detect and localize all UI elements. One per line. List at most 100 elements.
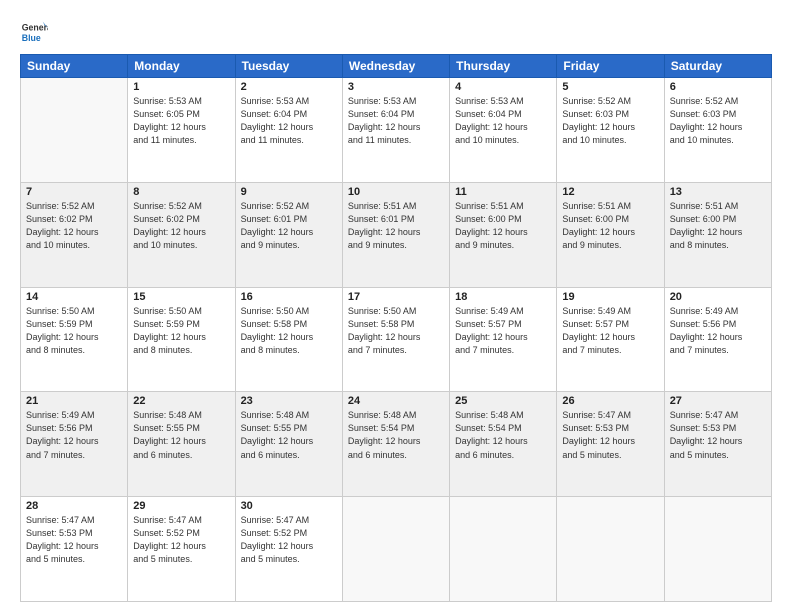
day-info: Sunrise: 5:52 AMSunset: 6:03 PMDaylight:… — [562, 95, 658, 147]
day-number: 1 — [133, 81, 229, 93]
day-info: Sunrise: 5:49 AMSunset: 5:57 PMDaylight:… — [562, 305, 658, 357]
calendar-day-cell: 22 Sunrise: 5:48 AMSunset: 5:55 PMDayligh… — [128, 392, 235, 497]
day-number: 4 — [455, 81, 551, 93]
day-info: Sunrise: 5:50 AMSunset: 5:58 PMDaylight:… — [348, 305, 444, 357]
calendar-day-cell: 13 Sunrise: 5:51 AMSunset: 6:00 PMDayligh… — [664, 182, 771, 287]
day-info: Sunrise: 5:52 AMSunset: 6:01 PMDaylight:… — [241, 200, 337, 252]
calendar-day-cell: 26Sunrise: 5:47 AMSunset: 5:53 PMDayligh… — [557, 392, 664, 497]
day-info: Sunrise: 5:49 AMSunset: 5:57 PMDaylight:… — [455, 305, 551, 357]
calendar-day-cell: 23 Sunrise: 5:48 AMSunset: 5:55 PMDayligh… — [235, 392, 342, 497]
day-info: Sunrise: 5:50 AMSunset: 5:58 PMDaylight:… — [241, 305, 337, 357]
calendar-day-cell: 20 Sunrise: 5:49 AMSunset: 5:56 PMDayligh… — [664, 287, 771, 392]
calendar-day-cell: 3 Sunrise: 5:53 AMSunset: 6:04 PMDaylight… — [342, 78, 449, 183]
day-info: Sunrise: 5:53 AMSunset: 6:05 PMDaylight:… — [133, 95, 229, 147]
calendar-day-cell — [664, 497, 771, 602]
day-info: Sunrise: 5:47 AMSunset: 5:52 PMDaylight:… — [241, 514, 337, 566]
day-number: 7 — [26, 186, 122, 198]
day-number: 30 — [241, 500, 337, 512]
calendar-day-cell: 6Sunrise: 5:52 AMSunset: 6:03 PMDaylight… — [664, 78, 771, 183]
day-number: 19 — [562, 291, 658, 303]
calendar-week-row: 7 Sunrise: 5:52 AMSunset: 6:02 PMDaylight… — [21, 182, 772, 287]
day-number: 25 — [455, 395, 551, 407]
day-number: 2 — [241, 81, 337, 93]
calendar-day-cell: 14 Sunrise: 5:50 AMSunset: 5:59 PMDayligh… — [21, 287, 128, 392]
calendar-day-cell: 7 Sunrise: 5:52 AMSunset: 6:02 PMDaylight… — [21, 182, 128, 287]
day-info: Sunrise: 5:51 AMSunset: 6:00 PMDaylight:… — [562, 200, 658, 252]
day-info: Sunrise: 5:47 AMSunset: 5:53 PMDaylight:… — [562, 409, 658, 461]
calendar-day-cell: 9 Sunrise: 5:52 AMSunset: 6:01 PMDaylight… — [235, 182, 342, 287]
day-info: Sunrise: 5:52 AMSunset: 6:02 PMDaylight:… — [26, 200, 122, 252]
calendar-day-cell — [342, 497, 449, 602]
day-number: 16 — [241, 291, 337, 303]
calendar-day-cell — [450, 497, 557, 602]
calendar-day-cell: 19 Sunrise: 5:49 AMSunset: 5:57 PMDayligh… — [557, 287, 664, 392]
calendar-day-cell: 12Sunrise: 5:51 AMSunset: 6:00 PMDayligh… — [557, 182, 664, 287]
day-info: Sunrise: 5:51 AMSunset: 6:00 PMDaylight:… — [670, 200, 766, 252]
day-number: 20 — [670, 291, 766, 303]
day-number: 3 — [348, 81, 444, 93]
calendar-day-cell: 27 Sunrise: 5:47 AMSunset: 5:53 PMDayligh… — [664, 392, 771, 497]
day-number: 10 — [348, 186, 444, 198]
calendar-week-row: 1 Sunrise: 5:53 AMSunset: 6:05 PMDaylight… — [21, 78, 772, 183]
calendar-page: General Blue SundayMondayTuesdayWednesda… — [0, 0, 792, 612]
day-header-monday: Monday — [128, 55, 235, 78]
day-number: 15 — [133, 291, 229, 303]
day-number: 14 — [26, 291, 122, 303]
calendar-day-cell: 10 Sunrise: 5:51 AMSunset: 6:01 PMDayligh… — [342, 182, 449, 287]
day-info: Sunrise: 5:51 AMSunset: 6:00 PMDaylight:… — [455, 200, 551, 252]
day-number: 21 — [26, 395, 122, 407]
day-info: Sunrise: 5:51 AMSunset: 6:01 PMDaylight:… — [348, 200, 444, 252]
day-info: Sunrise: 5:53 AMSunset: 6:04 PMDaylight:… — [455, 95, 551, 147]
calendar-week-row: 28Sunrise: 5:47 AMSunset: 5:53 PMDayligh… — [21, 497, 772, 602]
svg-text:Blue: Blue — [22, 33, 41, 43]
calendar-day-cell — [21, 78, 128, 183]
day-info: Sunrise: 5:48 AMSunset: 5:54 PMDaylight:… — [455, 409, 551, 461]
calendar-table: SundayMondayTuesdayWednesdayThursdayFrid… — [20, 54, 772, 602]
calendar-day-cell: 16 Sunrise: 5:50 AMSunset: 5:58 PMDayligh… — [235, 287, 342, 392]
day-header-tuesday: Tuesday — [235, 55, 342, 78]
calendar-day-cell: 17Sunrise: 5:50 AMSunset: 5:58 PMDayligh… — [342, 287, 449, 392]
day-header-thursday: Thursday — [450, 55, 557, 78]
day-number: 22 — [133, 395, 229, 407]
logo: General Blue — [20, 18, 52, 46]
logo-icon: General Blue — [20, 18, 48, 46]
day-info: Sunrise: 5:47 AMSunset: 5:53 PMDaylight:… — [670, 409, 766, 461]
calendar-day-cell: 25 Sunrise: 5:48 AMSunset: 5:54 PMDayligh… — [450, 392, 557, 497]
day-info: Sunrise: 5:49 AMSunset: 5:56 PMDaylight:… — [670, 305, 766, 357]
calendar-day-cell: 5 Sunrise: 5:52 AMSunset: 6:03 PMDaylight… — [557, 78, 664, 183]
day-number: 9 — [241, 186, 337, 198]
day-info: Sunrise: 5:52 AMSunset: 6:03 PMDaylight:… — [670, 95, 766, 147]
day-info: Sunrise: 5:50 AMSunset: 5:59 PMDaylight:… — [26, 305, 122, 357]
day-number: 5 — [562, 81, 658, 93]
calendar-day-cell: 30 Sunrise: 5:47 AMSunset: 5:52 PMDayligh… — [235, 497, 342, 602]
day-number: 27 — [670, 395, 766, 407]
day-number: 13 — [670, 186, 766, 198]
day-header-wednesday: Wednesday — [342, 55, 449, 78]
calendar-day-cell: 2 Sunrise: 5:53 AMSunset: 6:04 PMDaylight… — [235, 78, 342, 183]
calendar-day-cell: 1 Sunrise: 5:53 AMSunset: 6:05 PMDaylight… — [128, 78, 235, 183]
day-info: Sunrise: 5:53 AMSunset: 6:04 PMDaylight:… — [241, 95, 337, 147]
calendar-header-row: SundayMondayTuesdayWednesdayThursdayFrid… — [21, 55, 772, 78]
day-number: 23 — [241, 395, 337, 407]
day-info: Sunrise: 5:48 AMSunset: 5:55 PMDaylight:… — [241, 409, 337, 461]
calendar-day-cell: 18 Sunrise: 5:49 AMSunset: 5:57 PMDayligh… — [450, 287, 557, 392]
calendar-day-cell: 15Sunrise: 5:50 AMSunset: 5:59 PMDayligh… — [128, 287, 235, 392]
calendar-day-cell: 4 Sunrise: 5:53 AMSunset: 6:04 PMDaylight… — [450, 78, 557, 183]
calendar-day-cell: 29Sunrise: 5:47 AMSunset: 5:52 PMDayligh… — [128, 497, 235, 602]
calendar-day-cell: 28Sunrise: 5:47 AMSunset: 5:53 PMDayligh… — [21, 497, 128, 602]
calendar-day-cell: 21 Sunrise: 5:49 AMSunset: 5:56 PMDayligh… — [21, 392, 128, 497]
day-info: Sunrise: 5:52 AMSunset: 6:02 PMDaylight:… — [133, 200, 229, 252]
day-number: 29 — [133, 500, 229, 512]
day-number: 24 — [348, 395, 444, 407]
day-info: Sunrise: 5:49 AMSunset: 5:56 PMDaylight:… — [26, 409, 122, 461]
day-info: Sunrise: 5:48 AMSunset: 5:54 PMDaylight:… — [348, 409, 444, 461]
day-header-saturday: Saturday — [664, 55, 771, 78]
calendar-day-cell: 8Sunrise: 5:52 AMSunset: 6:02 PMDaylight… — [128, 182, 235, 287]
day-info: Sunrise: 5:47 AMSunset: 5:53 PMDaylight:… — [26, 514, 122, 566]
day-number: 18 — [455, 291, 551, 303]
day-header-sunday: Sunday — [21, 55, 128, 78]
day-info: Sunrise: 5:48 AMSunset: 5:55 PMDaylight:… — [133, 409, 229, 461]
day-info: Sunrise: 5:53 AMSunset: 6:04 PMDaylight:… — [348, 95, 444, 147]
calendar-week-row: 21 Sunrise: 5:49 AMSunset: 5:56 PMDayligh… — [21, 392, 772, 497]
header: General Blue — [20, 18, 772, 46]
